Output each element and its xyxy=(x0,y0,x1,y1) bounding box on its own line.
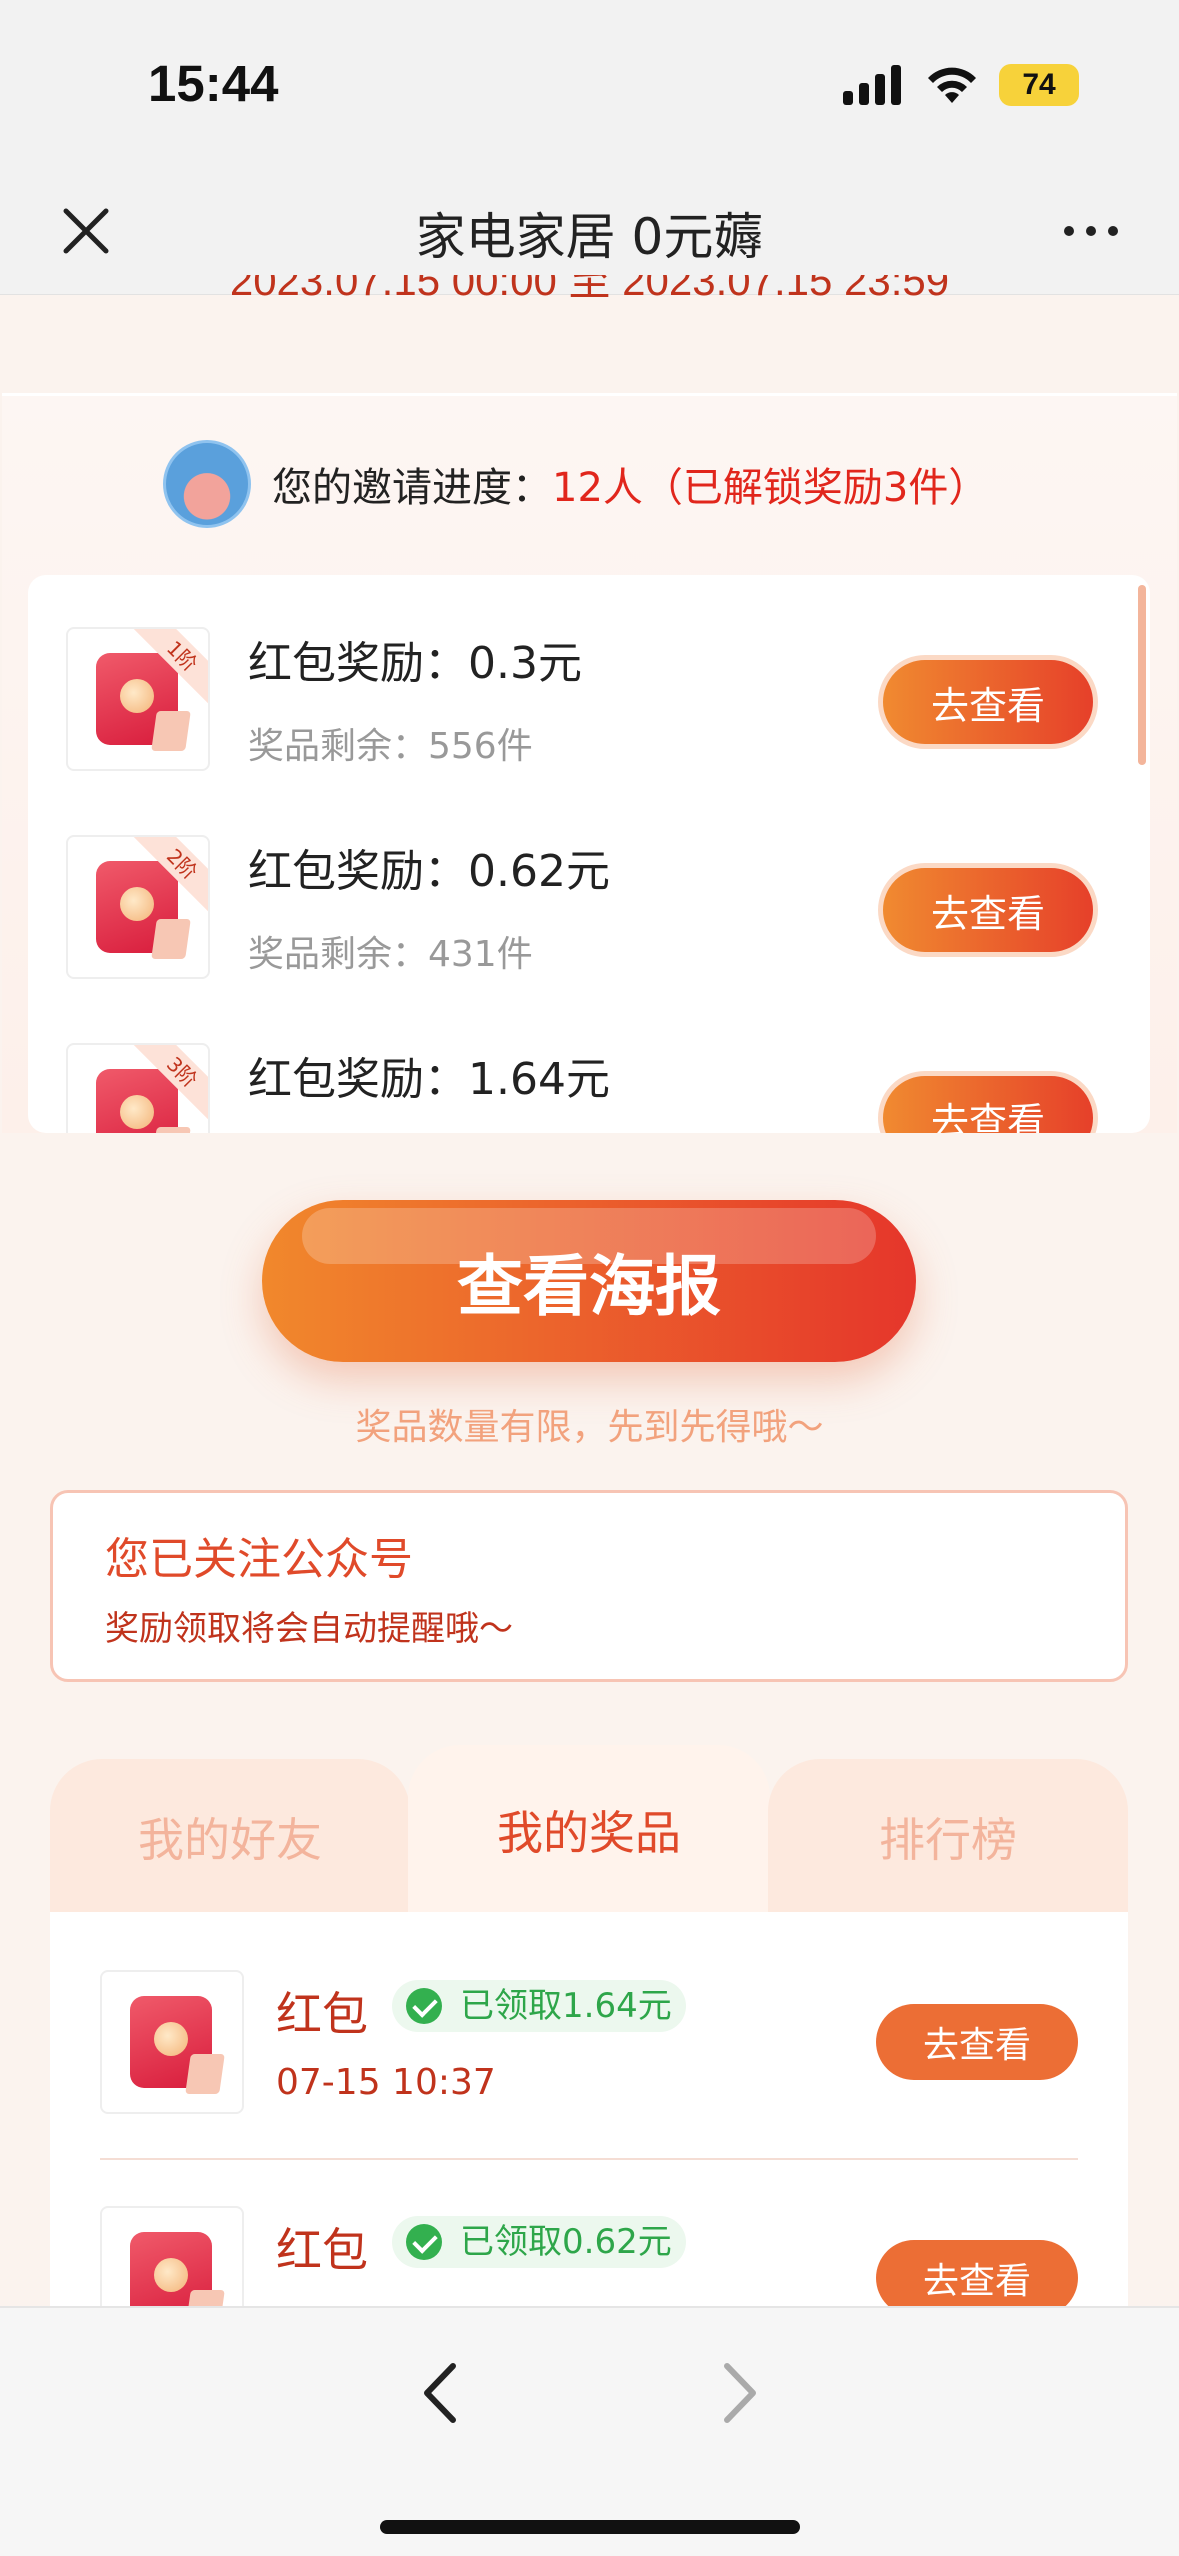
campaign-date-range: 2023.07.15 00:00 至 2023.07.15 23:59 xyxy=(0,275,1179,325)
more-icon[interactable] xyxy=(1061,217,1121,245)
reward-item: 2阶 红包奖励：0.62元 奖品剩余：431件 去查看 xyxy=(28,783,1150,991)
view-prize-button[interactable]: 去查看 xyxy=(876,2004,1078,2080)
forward-icon[interactable] xyxy=(715,2358,765,2428)
campaign-date-text: 2023.07.15 00:00 至 2023.07.15 23:59 xyxy=(229,275,950,304)
red-packet-icon xyxy=(96,861,178,953)
red-packet-icon xyxy=(96,1069,178,1133)
invite-progress: 您的邀请进度：12人（已解锁奖励3件） xyxy=(272,455,988,513)
red-packet-image xyxy=(100,2206,244,2310)
check-icon xyxy=(406,1988,442,2024)
battery-icon: 74 xyxy=(999,64,1079,106)
view-prize-button[interactable]: 去查看 xyxy=(876,2240,1078,2310)
prize-time: 07-15 10:37 xyxy=(276,2062,496,2103)
view-poster-label: 查看海报 xyxy=(457,1248,721,1325)
prize-name: 红包 xyxy=(276,1987,368,2041)
limited-note: 奖品数量有限，先到先得哦～ xyxy=(355,1407,824,1448)
tab-my-friends[interactable]: 我的好友 xyxy=(50,1759,410,1915)
browser-toolbar xyxy=(0,2306,1179,2556)
status-time: 15:44 xyxy=(148,55,279,112)
reward-title: 红包奖励：1.64元 xyxy=(248,1054,610,1105)
status-bar: 15:44 74 xyxy=(0,0,1179,175)
reward-stock: 奖品剩余：431件 xyxy=(248,934,533,975)
reward-stock: 奖品剩余：556件 xyxy=(248,726,533,767)
prize-name: 红包 xyxy=(276,2223,368,2277)
follow-subtitle: 奖励领取将会自动提醒哦～ xyxy=(105,1609,513,1649)
red-packet-image: 2阶 xyxy=(66,835,210,979)
tab-bar: 我的好友 我的奖品 排行榜 xyxy=(50,1745,1128,1915)
wifi-icon xyxy=(928,67,976,103)
page-title: 家电家居 0元薅 xyxy=(415,208,764,266)
view-poster-button[interactable]: 查看海报 xyxy=(262,1200,916,1362)
red-packet-icon xyxy=(130,1996,212,2088)
follow-title: 您已关注公众号 xyxy=(105,1534,413,1585)
prize-list[interactable]: 红包 已领取1.64元 07-15 10:37 去查看 红包 已领取0.62元 … xyxy=(50,1912,1128,2310)
prize-item: 红包 已领取0.62元 去查看 xyxy=(50,2148,1128,2310)
view-reward-button[interactable]: 去查看 xyxy=(878,655,1098,749)
red-packet-icon xyxy=(130,2232,212,2310)
prize-item: 红包 已领取1.64元 07-15 10:37 去查看 xyxy=(50,1912,1128,2148)
view-reward-button[interactable]: 去查看 xyxy=(878,1071,1098,1133)
prize-status-badge: 已领取0.62元 xyxy=(392,2216,686,2268)
red-packet-image xyxy=(100,1970,244,2114)
view-reward-button[interactable]: 去查看 xyxy=(878,863,1098,957)
prize-status-text: 已领取0.62元 xyxy=(460,2222,672,2262)
tab-my-prizes[interactable]: 我的奖品 xyxy=(408,1745,770,1915)
red-packet-image: 1阶 xyxy=(66,627,210,771)
red-packet-image: 3阶 xyxy=(66,1043,210,1133)
status-icons: 74 xyxy=(843,64,1079,106)
home-indicator xyxy=(380,2520,800,2534)
battery-level: 74 xyxy=(1022,68,1056,101)
prize-status-text: 已领取1.64元 xyxy=(460,1986,672,2026)
prize-status-badge: 已领取1.64元 xyxy=(392,1980,686,2032)
follow-status-card: 您已关注公众号 奖励领取将会自动提醒哦～ xyxy=(50,1490,1128,1682)
reward-item: 3阶 红包奖励：1.64元 去查看 xyxy=(28,991,1150,1133)
signal-icon xyxy=(843,65,901,105)
tab-leaderboard[interactable]: 排行榜 xyxy=(768,1759,1128,1915)
invite-progress-value: 12人（已解锁奖励3件） xyxy=(552,465,989,511)
check-icon xyxy=(406,2224,442,2260)
invite-progress-label: 您的邀请进度： xyxy=(272,465,552,511)
back-icon[interactable] xyxy=(415,2358,465,2428)
avatar xyxy=(163,440,251,528)
reward-title: 红包奖励：0.3元 xyxy=(248,638,582,689)
reward-title: 红包奖励：0.62元 xyxy=(248,846,610,897)
red-packet-icon xyxy=(96,653,178,745)
reward-list[interactable]: 1阶 红包奖励：0.3元 奖品剩余：556件 去查看 2阶 红包奖励：0.62元… xyxy=(28,575,1150,1133)
reward-item: 1阶 红包奖励：0.3元 奖品剩余：556件 去查看 xyxy=(28,575,1150,783)
